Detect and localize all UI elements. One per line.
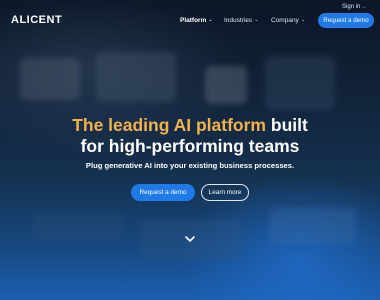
- hero-title: The leading AI platform built for high-p…: [0, 115, 380, 157]
- top-navigation: ALICENT Platform ⌄ Industries ⌄ Company ⌄ S…: [0, 0, 380, 40]
- background-shape: [20, 58, 80, 100]
- sign-in-label: Sign in: [342, 4, 361, 10]
- background-shape: [270, 208, 356, 244]
- chevron-down-icon: ⌄: [300, 17, 306, 23]
- nav-item-label: Company: [271, 17, 299, 24]
- request-demo-nav-button[interactable]: Request a demo: [318, 13, 374, 28]
- background-shape: [205, 66, 247, 104]
- hero-subtitle: Plug generative AI into your existing bu…: [85, 161, 295, 170]
- background-shape: [32, 212, 122, 242]
- nav-item-company[interactable]: Company ⌄: [271, 17, 305, 24]
- background-shape: [265, 56, 335, 110]
- nav-item-industries[interactable]: Industries ⌄: [224, 17, 258, 24]
- landing-page: ALICENT Platform ⌄ Industries ⌄ Company ⌄ S…: [0, 0, 380, 300]
- nav-item-label: Platform: [180, 17, 207, 24]
- learn-more-button[interactable]: Learn more: [201, 184, 249, 201]
- nav-item-label: Industries: [224, 17, 253, 24]
- brand-logo[interactable]: ALICENT: [11, 14, 62, 26]
- chevron-down-icon: ⌄: [208, 17, 213, 23]
- request-demo-button[interactable]: Request a demo: [131, 184, 195, 201]
- hero-title-rest: built: [270, 115, 308, 135]
- scroll-down-chevron-icon[interactable]: [184, 234, 196, 244]
- hero-title-line2: for high-performing teams: [80, 136, 300, 156]
- hero-title-highlight: The leading AI platform: [72, 115, 266, 135]
- background-shape: [96, 52, 176, 102]
- sign-in-link[interactable]: Sign in→: [342, 4, 366, 10]
- arrow-right-icon: →: [361, 4, 367, 10]
- chevron-down-icon: ⌄: [254, 17, 259, 23]
- nav-item-platform[interactable]: Platform ⌄: [180, 17, 213, 24]
